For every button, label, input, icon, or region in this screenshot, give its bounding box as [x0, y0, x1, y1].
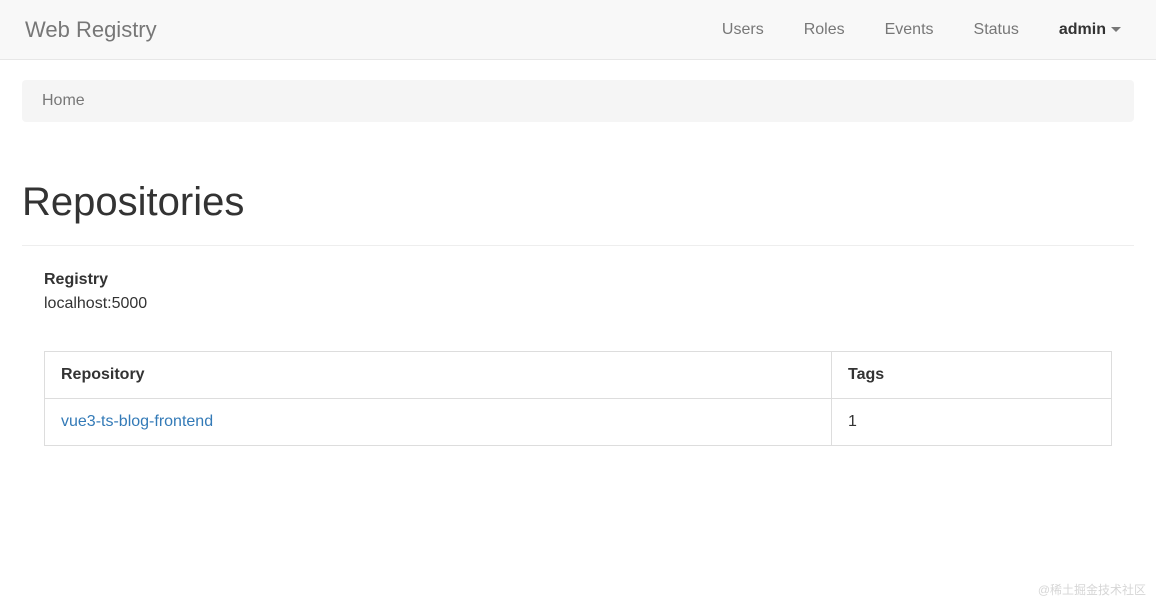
chevron-down-icon — [1111, 27, 1121, 32]
repository-link[interactable]: vue3-ts-blog-frontend — [61, 413, 213, 430]
nav-user-dropdown[interactable]: admin — [1059, 21, 1121, 39]
table-wrapper: Repository Tags vue3-ts-blog-frontend 1 — [22, 351, 1134, 446]
nav-user-label: admin — [1059, 21, 1106, 39]
watermark: @稀土掘金技术社区 — [1038, 581, 1146, 598]
main-container: Home Repositories Registry localhost:500… — [0, 60, 1156, 466]
nav-status[interactable]: Status — [974, 21, 1019, 38]
navbar: Web Registry Users Roles Events Status a… — [0, 0, 1156, 60]
nav-roles[interactable]: Roles — [804, 21, 845, 38]
nav-users[interactable]: Users — [722, 21, 764, 38]
brand-link[interactable]: Web Registry — [25, 2, 157, 58]
registry-label: Registry — [44, 271, 1112, 289]
breadcrumb: Home — [22, 80, 1134, 122]
page-title: Repositories — [22, 180, 1134, 225]
page-header: Repositories — [22, 142, 1134, 246]
table-header-tags: Tags — [832, 352, 1112, 399]
repositories-table: Repository Tags vue3-ts-blog-frontend 1 — [44, 351, 1112, 446]
registry-info: Registry localhost:5000 — [22, 266, 1134, 333]
table-header-row: Repository Tags — [45, 352, 1112, 399]
navbar-nav: Users Roles Events Status admin — [702, 6, 1141, 54]
table-header-repository: Repository — [45, 352, 832, 399]
table-row: vue3-ts-blog-frontend 1 — [45, 399, 1112, 446]
tags-cell: 1 — [832, 399, 1112, 446]
nav-events[interactable]: Events — [885, 21, 934, 38]
breadcrumb-item-home[interactable]: Home — [42, 92, 85, 109]
registry-value: localhost:5000 — [44, 295, 1112, 313]
